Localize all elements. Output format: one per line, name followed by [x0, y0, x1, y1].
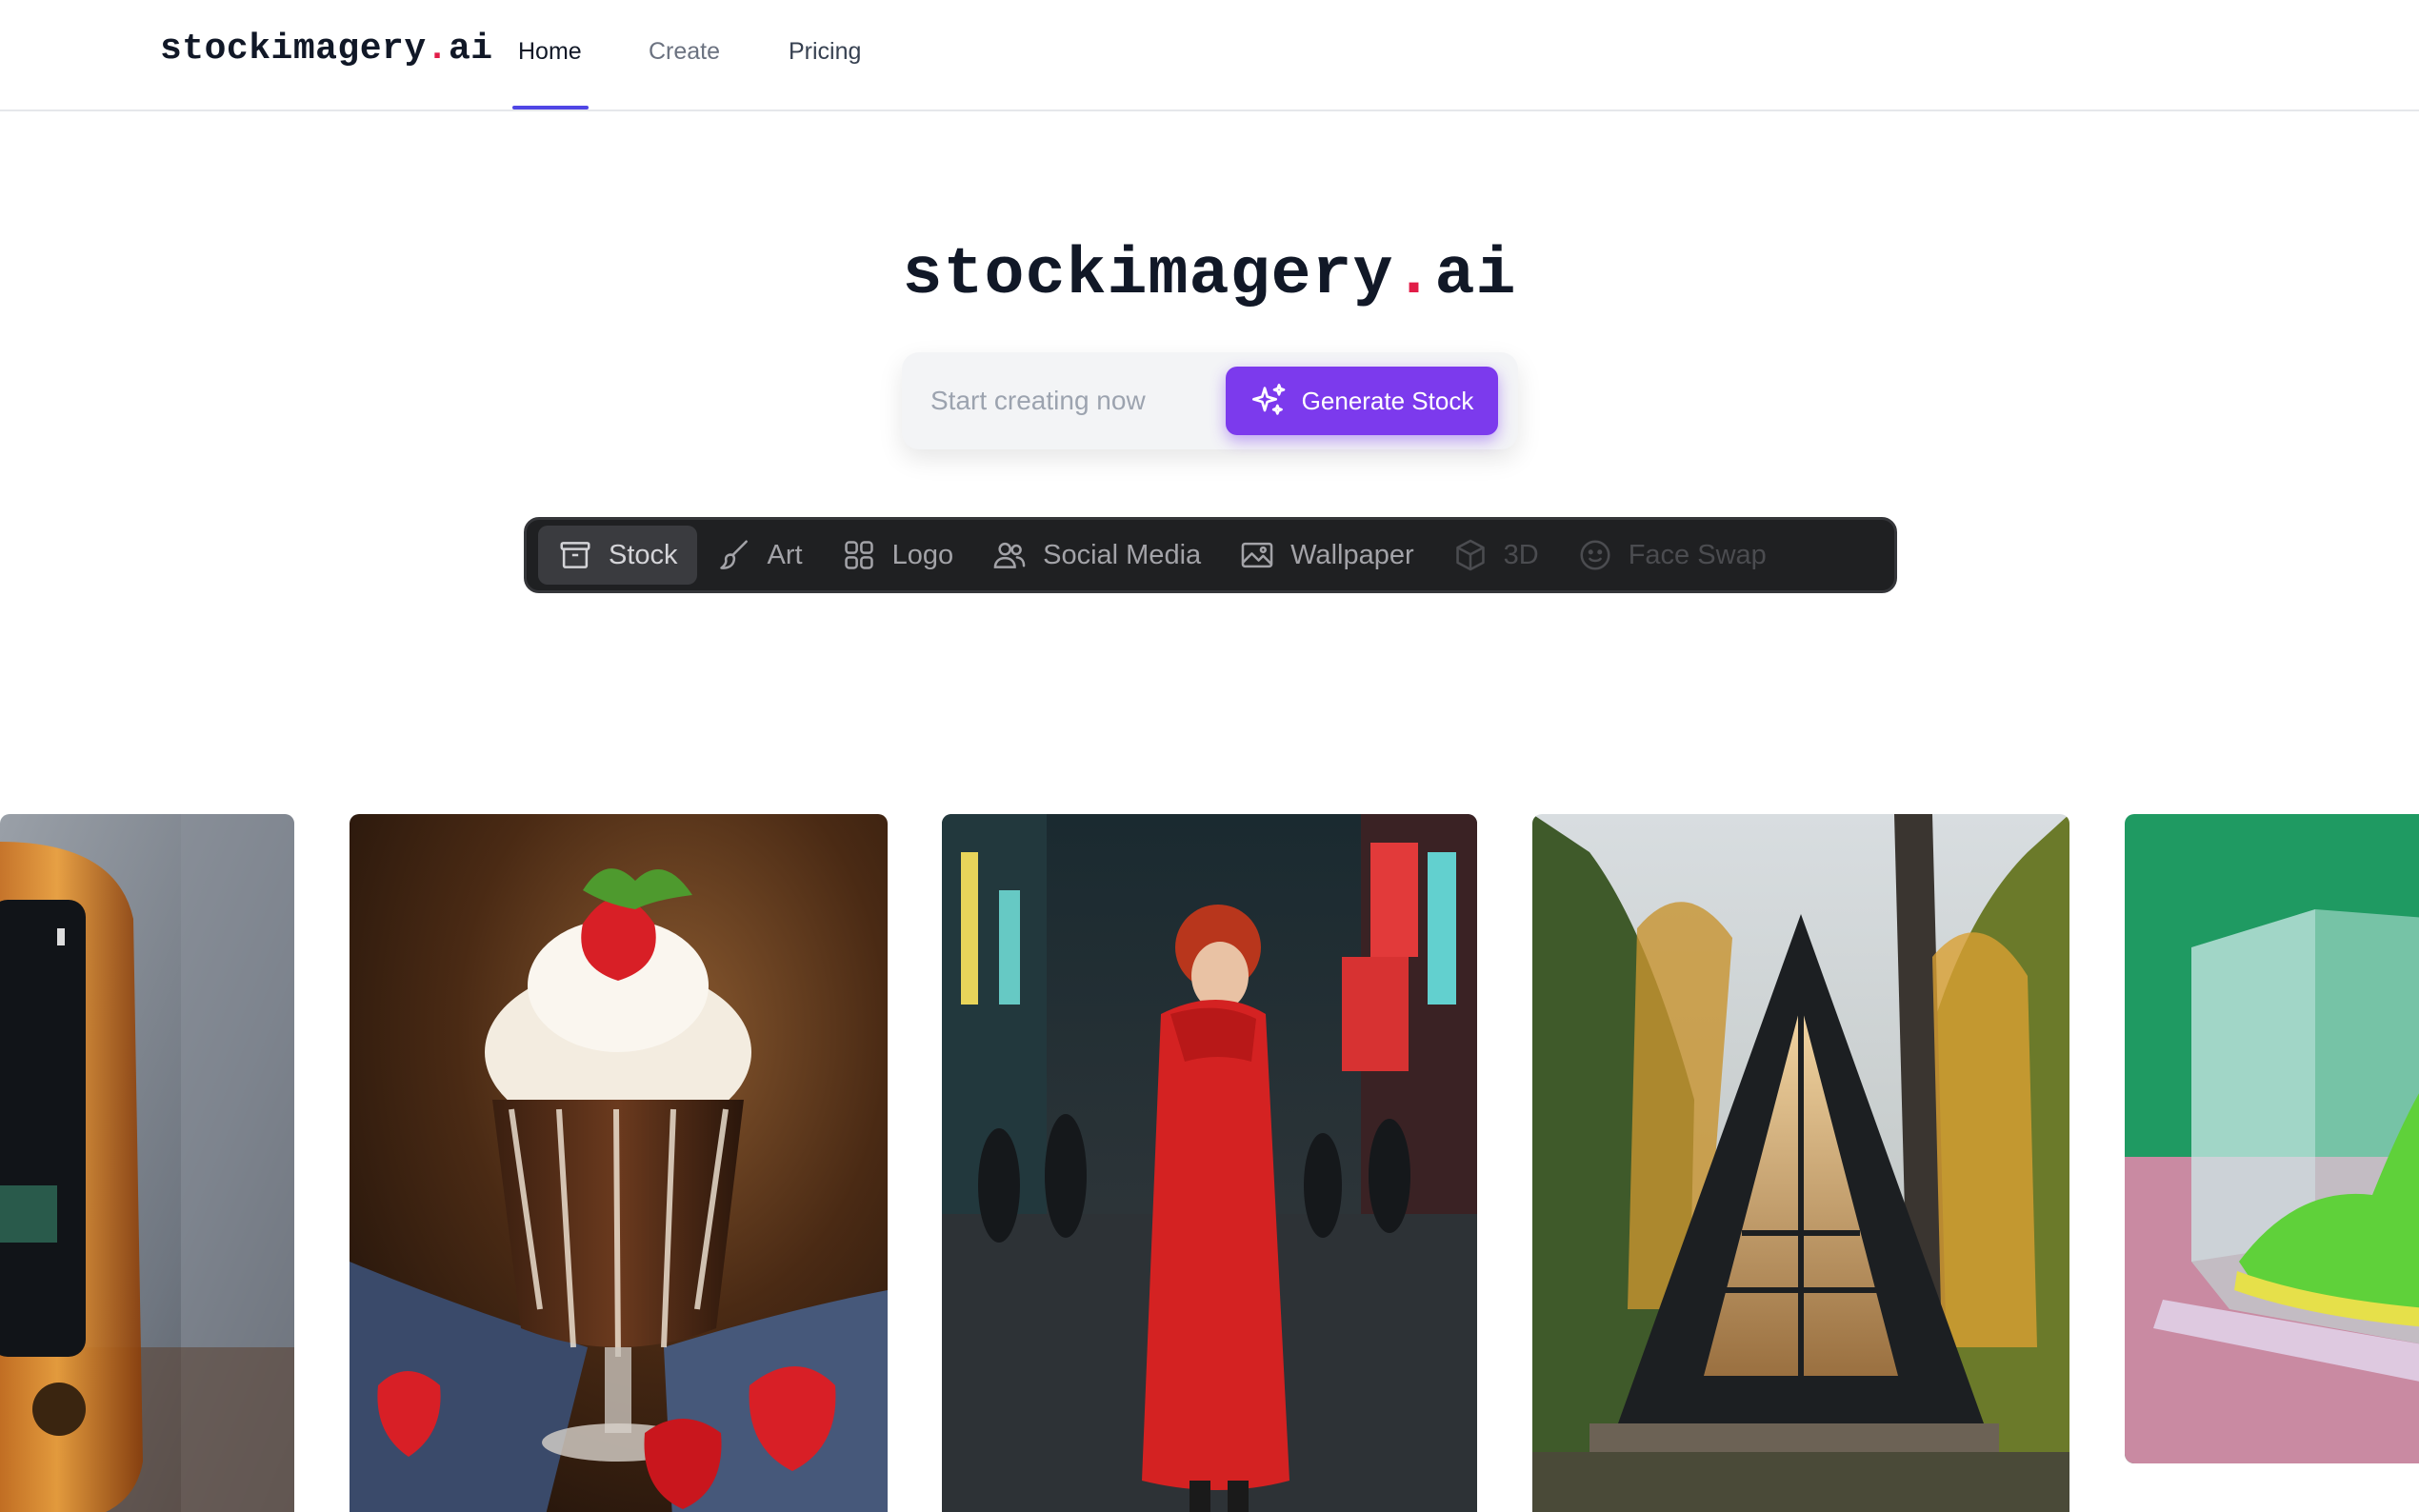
category-face-swap-label: Face Swap [1628, 539, 1767, 570]
hero-title-dot: . [1393, 238, 1435, 313]
street-image [942, 814, 1477, 1512]
hero-title-tld: ai [1434, 238, 1517, 313]
generate-stock-label: Generate Stock [1301, 386, 1474, 415]
prompt-box: Generate Stock [902, 352, 1518, 449]
category-3d[interactable]: 3D [1433, 526, 1558, 585]
hero-title-name: stockimagery [902, 238, 1394, 313]
gallery-image-street[interactable] [942, 814, 1477, 1512]
category-art-label: Art [767, 539, 803, 570]
category-logo-label: Logo [891, 539, 954, 570]
category-stock-label: Stock [609, 539, 678, 570]
category-art[interactable]: Art [697, 526, 822, 585]
category-wallpaper-label: Wallpaper [1290, 539, 1414, 570]
nav-home-link[interactable]: Home [518, 38, 582, 66]
hero-title: stockimagery.ai [0, 238, 2419, 313]
category-stock[interactable]: Stock [538, 526, 697, 585]
gallery-image-phone[interactable] [0, 814, 294, 1512]
top-navbar: stockimagery.ai Home Create Pricing [0, 0, 2419, 111]
archive-box-icon [560, 542, 590, 568]
category-bar: Stock Art Logo Social Media Wallpaper 3D… [524, 517, 1897, 593]
brand-name: stockimagery [160, 29, 427, 70]
image-icon [1241, 542, 1273, 568]
paint-brush-icon [719, 540, 748, 569]
nav-active-indicator [512, 106, 589, 109]
grid-squares-icon [844, 541, 873, 569]
sneaker-image [2125, 814, 2419, 1463]
category-face-swap[interactable]: Face Swap [1558, 526, 1786, 585]
cabin-image [1532, 814, 2069, 1512]
brand-logo[interactable]: stockimagery.ai [160, 29, 493, 70]
generate-stock-button[interactable]: Generate Stock [1226, 367, 1498, 435]
nav-pricing-link[interactable]: Pricing [789, 38, 861, 66]
brand-tld: ai [448, 29, 493, 70]
phone-image [0, 814, 294, 1512]
cube-icon [1455, 539, 1485, 571]
category-wallpaper[interactable]: Wallpaper [1220, 526, 1432, 585]
nav-create-link[interactable]: Create [649, 38, 720, 66]
smiley-face-icon [1580, 540, 1610, 570]
users-icon [993, 542, 1026, 568]
category-social-media[interactable]: Social Media [972, 526, 1220, 585]
sparkles-icon [1251, 384, 1286, 415]
gallery-image-sundae[interactable] [350, 814, 888, 1512]
category-logo[interactable]: Logo [822, 526, 973, 585]
gallery-image-cabin[interactable] [1532, 814, 2069, 1512]
prompt-input[interactable] [921, 369, 1235, 432]
category-social-media-label: Social Media [1043, 539, 1202, 570]
brand-dot: . [426, 29, 449, 70]
gallery-image-sneaker[interactable] [2125, 814, 2419, 1463]
category-3d-label: 3D [1503, 539, 1539, 570]
sundae-image [350, 814, 888, 1512]
